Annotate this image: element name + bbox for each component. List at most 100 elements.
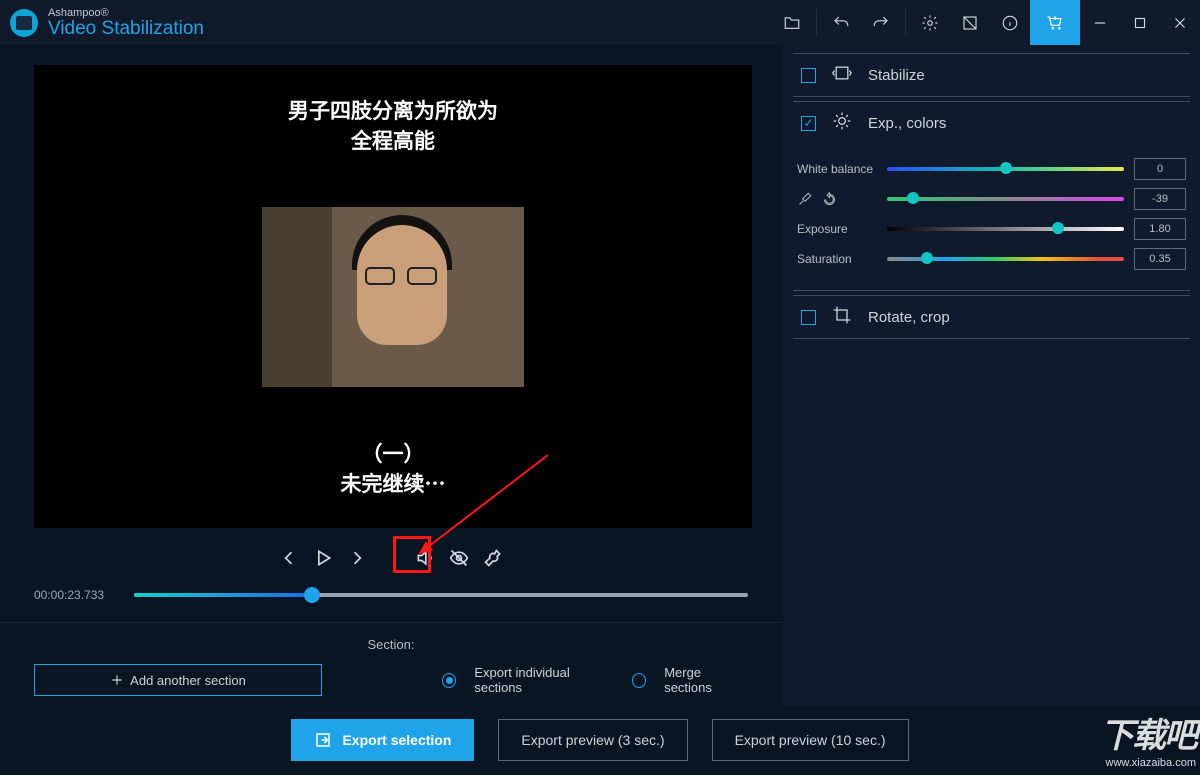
annotation-highlight xyxy=(393,536,431,573)
timecode-label: 00:00:23.733 xyxy=(34,588,114,602)
panel-exp-colors: Exp., colors White balance 0 xyxy=(793,101,1190,291)
panel-rotate-header[interactable]: Rotate, crop xyxy=(793,296,1190,338)
white-balance-value[interactable]: 0 xyxy=(1134,158,1186,180)
gear-icon xyxy=(921,14,939,32)
export-selection-label: Export selection xyxy=(342,732,451,748)
video-frame-image xyxy=(262,207,524,387)
exposure-thumb[interactable] xyxy=(1052,222,1064,234)
wb-thumb[interactable] xyxy=(1000,162,1012,174)
panel-exp-header[interactable]: Exp., colors xyxy=(793,102,1190,144)
redo-button[interactable] xyxy=(861,0,901,45)
exposure-label: Exposure xyxy=(797,222,877,236)
saturation-slider[interactable] xyxy=(887,257,1124,261)
reset-wb-button[interactable] xyxy=(822,192,837,210)
tint-thumb[interactable] xyxy=(907,192,919,204)
eye-off-icon xyxy=(449,548,469,568)
radio-individual[interactable] xyxy=(442,673,456,688)
panel-stabilize-header[interactable]: Stabilize xyxy=(793,54,1190,96)
contrast-icon xyxy=(961,14,979,32)
exp-colors-body: White balance 0 -39 Exposure xyxy=(793,144,1190,290)
video-caption-bottom: （一） 未完继续⋯ xyxy=(341,438,446,498)
exposure-slider[interactable] xyxy=(887,227,1124,231)
close-button[interactable] xyxy=(1160,0,1200,45)
add-section-label: Add another section xyxy=(130,673,246,688)
main-area: 男子四肢分离为所欲为 全程高能 （一） 未完继续⋯ 00:00:23.733 xyxy=(0,45,1200,705)
export-icon xyxy=(314,731,332,749)
footer-bar: Export selection Export preview (3 sec.)… xyxy=(0,705,1200,775)
tint-slider[interactable] xyxy=(887,197,1124,201)
maximize-icon xyxy=(1131,14,1149,32)
radio-merge[interactable] xyxy=(632,673,646,688)
stabilize-label: Stabilize xyxy=(868,67,925,84)
timeline-thumb[interactable] xyxy=(304,587,320,603)
settings-button[interactable] xyxy=(910,0,950,45)
brand-label: Ashampoo® xyxy=(48,8,204,19)
maximize-button[interactable] xyxy=(1120,0,1160,45)
open-file-button[interactable] xyxy=(772,0,812,45)
minimize-icon xyxy=(1091,14,1109,32)
eyedropper-icon xyxy=(797,192,812,207)
left-pane: 男子四肢分离为所欲为 全程高能 （一） 未完继续⋯ 00:00:23.733 xyxy=(0,45,782,705)
export-mode-radios: Export individual sections Merge section… xyxy=(442,665,748,695)
export-preview-3-button[interactable]: Export preview (3 sec.) xyxy=(498,719,687,761)
video-preview[interactable]: 男子四肢分离为所欲为 全程高能 （一） 未完继续⋯ xyxy=(34,65,752,528)
tint-value[interactable]: -39 xyxy=(1134,188,1186,210)
wrench-icon xyxy=(483,548,503,568)
undo-icon xyxy=(832,14,850,32)
playback-controls xyxy=(0,538,782,578)
cart-button[interactable] xyxy=(1030,0,1080,45)
rotate-checkbox[interactable] xyxy=(801,310,816,325)
info-button[interactable] xyxy=(990,0,1030,45)
right-panel: Stabilize Exp., colors White balance 0 xyxy=(782,45,1200,705)
exp-colors-checkbox[interactable] xyxy=(801,116,816,131)
app-logo: Ashampoo® Video Stabilization xyxy=(0,8,204,38)
play-icon xyxy=(313,548,333,568)
section-panel: Section: Add another section Export indi… xyxy=(0,622,782,696)
stabilize-icon xyxy=(832,63,852,87)
section-heading: Section: xyxy=(34,637,748,652)
undo-button[interactable] xyxy=(821,0,861,45)
redo-icon xyxy=(872,14,890,32)
logo-icon xyxy=(10,9,38,37)
next-frame-button[interactable] xyxy=(347,548,367,568)
close-icon xyxy=(1171,14,1189,32)
chevron-left-icon xyxy=(279,548,299,568)
exp-colors-label: Exp., colors xyxy=(868,115,946,132)
export-preview-10-button[interactable]: Export preview (10 sec.) xyxy=(712,719,909,761)
video-content: 男子四肢分离为所欲为 全程高能 （一） 未完继续⋯ xyxy=(262,65,524,528)
prev-frame-button[interactable] xyxy=(279,548,299,568)
saturation-thumb[interactable] xyxy=(921,252,933,264)
crop-icon xyxy=(832,305,852,329)
tools-button[interactable] xyxy=(483,548,503,568)
white-balance-slider[interactable] xyxy=(887,167,1124,171)
folder-icon xyxy=(783,14,801,32)
add-section-button[interactable]: Add another section xyxy=(34,664,322,696)
info-icon xyxy=(1001,14,1019,32)
compare-toggle-button[interactable] xyxy=(449,548,469,568)
chevron-right-icon xyxy=(347,548,367,568)
play-button[interactable] xyxy=(313,548,333,568)
plus-icon xyxy=(110,673,124,687)
title-bar: Ashampoo® Video Stabilization xyxy=(0,0,1200,45)
saturation-label: Saturation xyxy=(797,252,877,266)
product-label: Video Stabilization xyxy=(48,19,204,38)
brightness-icon xyxy=(832,111,852,135)
saturation-value[interactable]: 0.35 xyxy=(1134,248,1186,270)
stabilize-checkbox[interactable] xyxy=(801,68,816,83)
reset-icon xyxy=(822,192,837,207)
video-caption-top: 男子四肢分离为所欲为 全程高能 xyxy=(288,95,498,155)
cart-icon xyxy=(1046,14,1064,32)
timeline-row: 00:00:23.733 xyxy=(0,578,782,602)
radio-merge-label: Merge sections xyxy=(664,665,748,695)
timeline-slider[interactable] xyxy=(134,593,748,597)
timeline-progress xyxy=(134,593,312,597)
radio-individual-label: Export individual sections xyxy=(474,665,613,695)
minimize-button[interactable] xyxy=(1080,0,1120,45)
exposure-value[interactable]: 1.80 xyxy=(1134,218,1186,240)
rotate-label: Rotate, crop xyxy=(868,309,950,326)
panel-rotate-crop: Rotate, crop xyxy=(793,295,1190,339)
export-selection-button[interactable]: Export selection xyxy=(291,719,474,761)
eyedropper-button[interactable] xyxy=(797,192,812,210)
theme-button[interactable] xyxy=(950,0,990,45)
panel-stabilize: Stabilize xyxy=(793,53,1190,97)
